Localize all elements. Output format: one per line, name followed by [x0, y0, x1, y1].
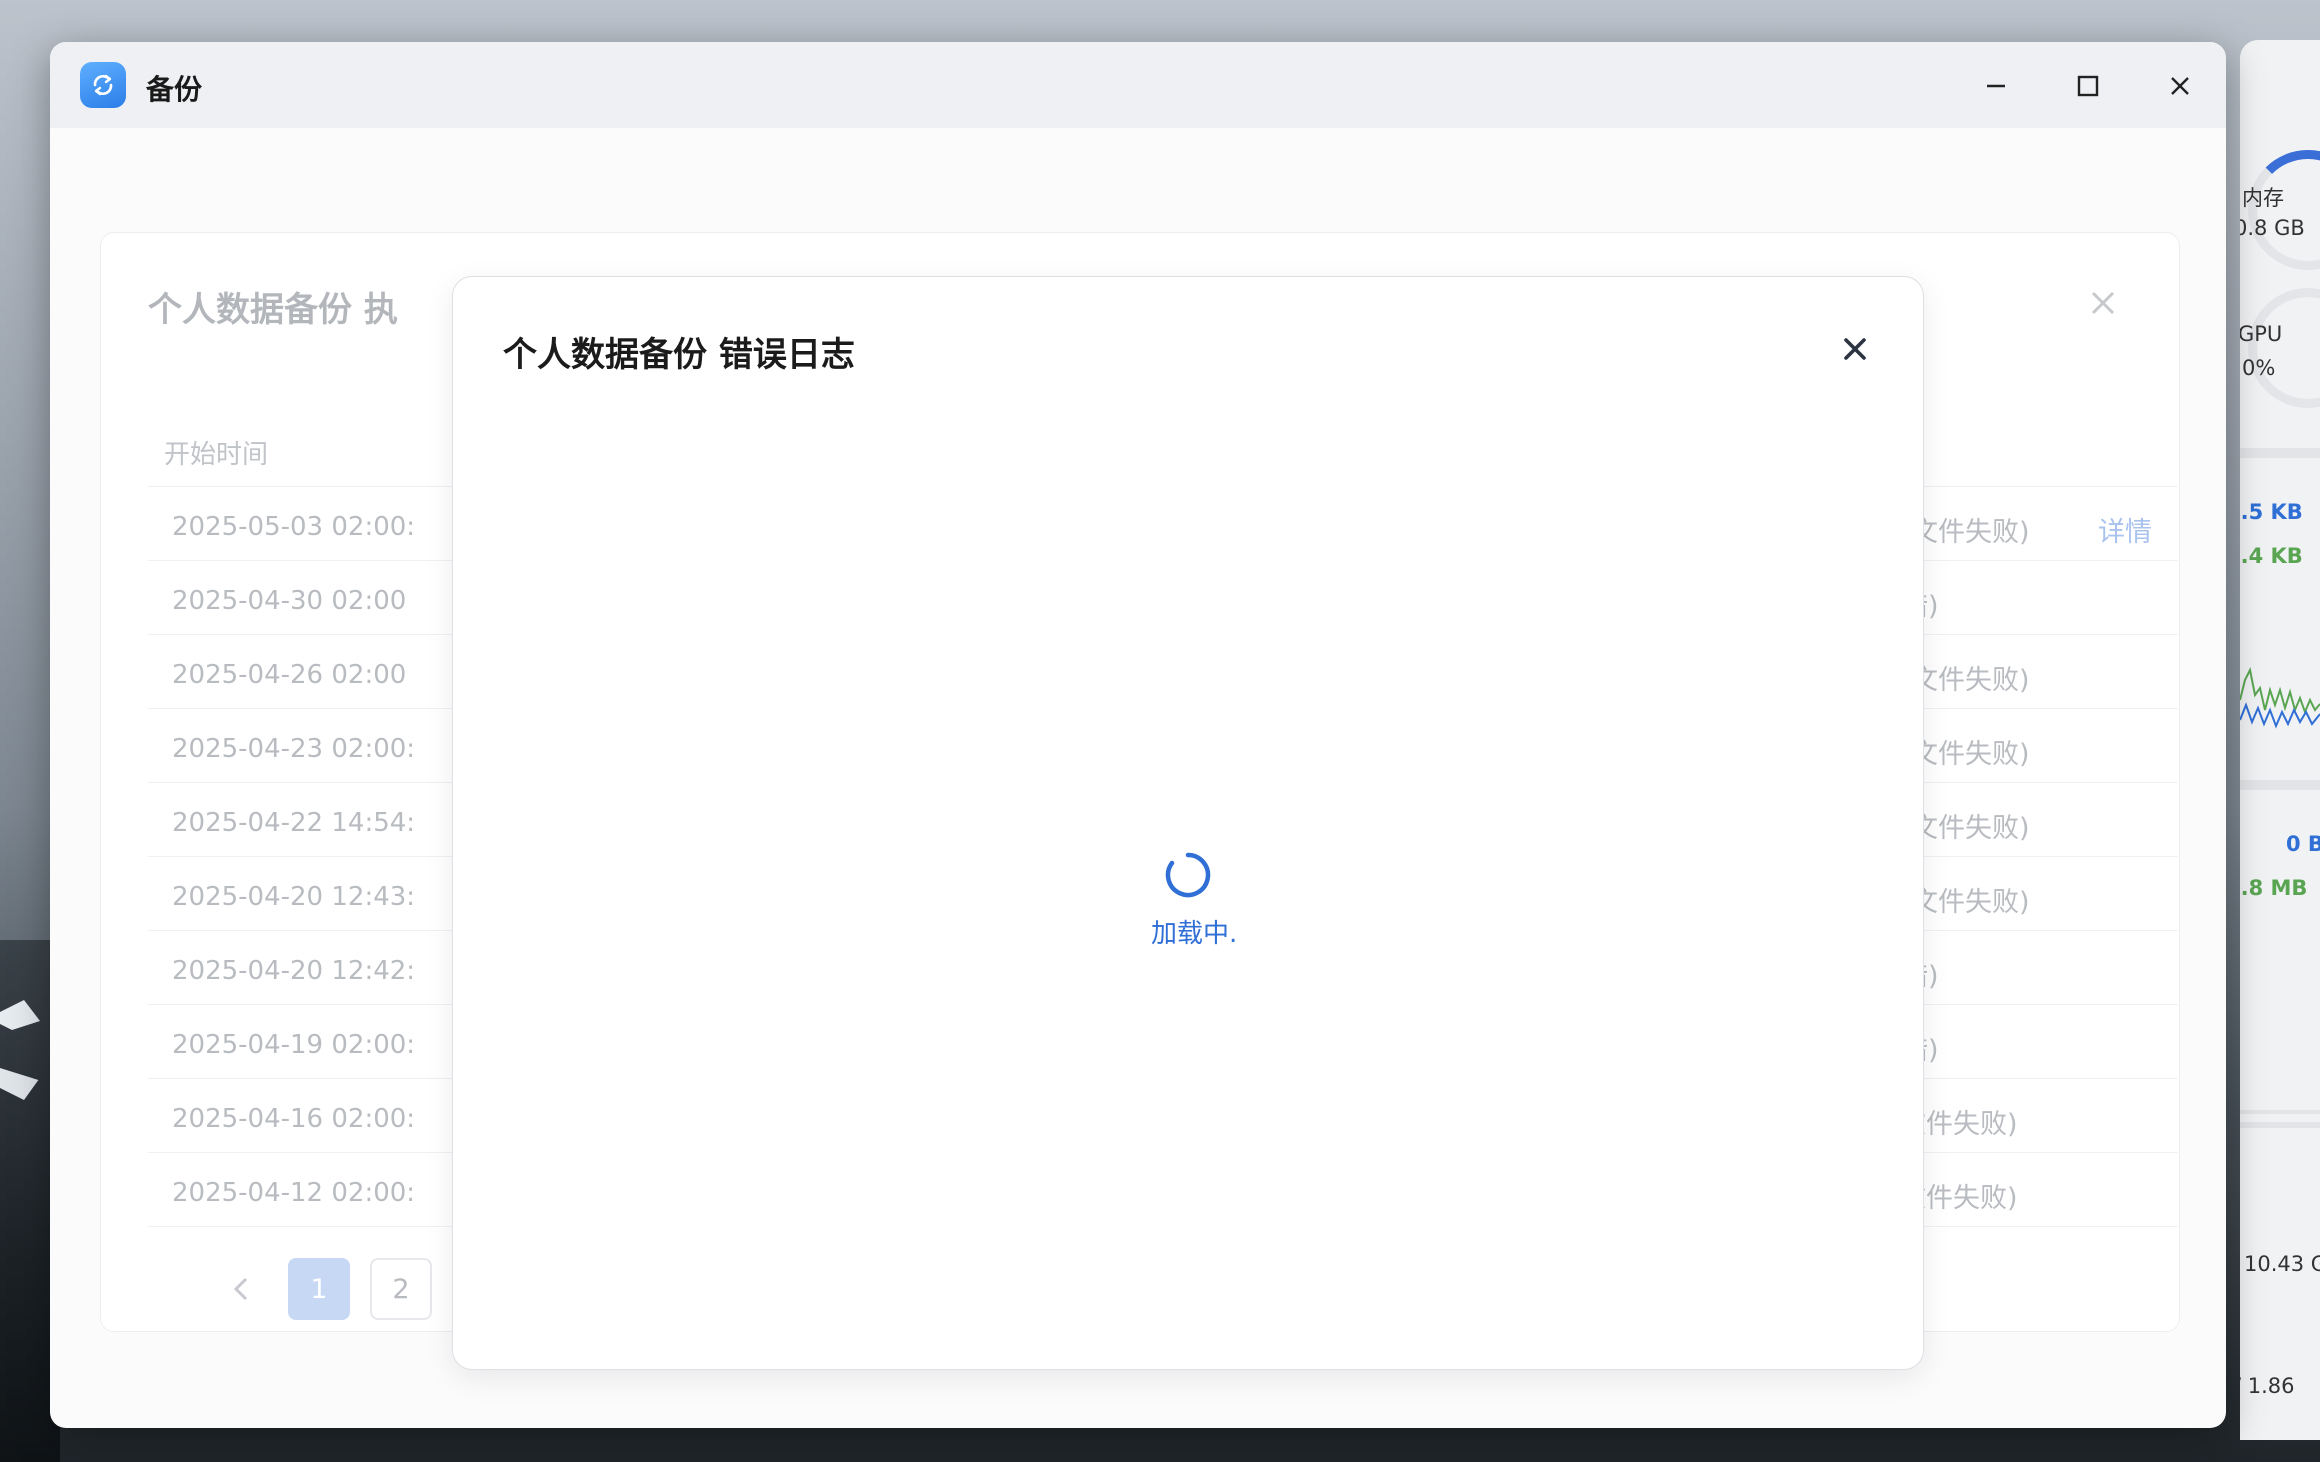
- close-icon: [1844, 338, 1866, 360]
- table-row-time: 2025-04-16 02:00:: [172, 1104, 416, 1134]
- system-monitor-widget: 内存 0.8 GB GPU 0% 3.5 KB 4.4 KB 0 B 2.8 M…: [2240, 40, 2320, 1440]
- disk-read: 0 B: [2286, 832, 2320, 856]
- disk-write: 2.8 MB: [2240, 876, 2308, 900]
- title-bar: 备份: [50, 42, 2226, 128]
- table-row-time: 2025-04-26 02:00: [172, 660, 407, 690]
- pagination-prev-button[interactable]: [210, 1258, 272, 1320]
- gpu-label: GPU: [2240, 322, 2283, 346]
- table-row-time: 2025-04-22 14:54:: [172, 808, 416, 838]
- storage-value: 10.43 G: [2244, 1252, 2320, 1276]
- network-upload: 3.5 KB: [2240, 500, 2303, 524]
- widget-divider: [2240, 448, 2320, 458]
- detail-link[interactable]: 详情: [2098, 510, 2152, 549]
- gpu-gauge: [2248, 288, 2320, 408]
- maximize-button[interactable]: [2066, 64, 2110, 108]
- column-header-start-time: 开始时间: [164, 440, 269, 470]
- minimize-button[interactable]: [1974, 64, 2018, 108]
- error-log-dialog: 个人数据备份 错误日志 加载中.: [452, 276, 1924, 1370]
- table-row-time: 2025-04-20 12:42:: [172, 956, 416, 986]
- table-row-time: 2025-04-20 12:43:: [172, 882, 416, 912]
- backup-app-window: 备份 个人数据备份 执 开始时间 2025-05-03 02:00: 个文件失败…: [50, 42, 2226, 1428]
- widget-divider: [2240, 1122, 2320, 1128]
- loading-text: 加载中.: [1151, 919, 1238, 949]
- table-row-time: 2025-04-30 02:00: [172, 586, 407, 616]
- gpu-value: 0%: [2242, 356, 2276, 380]
- backup-sync-icon: [80, 62, 126, 108]
- pagination-page-2[interactable]: 2: [370, 1258, 432, 1320]
- network-graph: [2240, 666, 2320, 729]
- close-icon: [2091, 291, 2115, 315]
- network-download: 4.4 KB: [2240, 544, 2303, 568]
- panel-close-button[interactable]: [2090, 284, 2116, 325]
- table-row-time: 2025-04-19 02:00:: [172, 1030, 416, 1060]
- memory-label: 内存: [2242, 186, 2284, 210]
- table-row-time: 2025-04-12 02:00:: [172, 1178, 416, 1208]
- panel-title: 个人数据备份 执: [148, 290, 398, 330]
- window-title: 备份: [146, 73, 203, 106]
- memory-value: 0.8 GB: [2240, 216, 2305, 240]
- pagination-page-1[interactable]: 1: [288, 1258, 350, 1320]
- minimize-icon: [1987, 84, 2005, 88]
- table-row-time: 2025-05-03 02:00:: [172, 512, 416, 542]
- chevron-left-icon: [233, 1277, 248, 1301]
- widget-divider: [2240, 780, 2320, 790]
- dialog-title: 个人数据备份 错误日志: [503, 335, 855, 375]
- close-window-button[interactable]: [2158, 64, 2202, 108]
- maximize-icon: [2077, 75, 2099, 97]
- loading-spinner-icon: [1165, 852, 1211, 898]
- table-row-time: 2025-04-23 02:00:: [172, 734, 416, 764]
- dialog-close-button[interactable]: [1833, 327, 1877, 371]
- widget-divider: [2240, 1110, 2320, 1114]
- close-icon: [2171, 77, 2189, 95]
- storage-total: / 1.86: [2240, 1374, 2295, 1398]
